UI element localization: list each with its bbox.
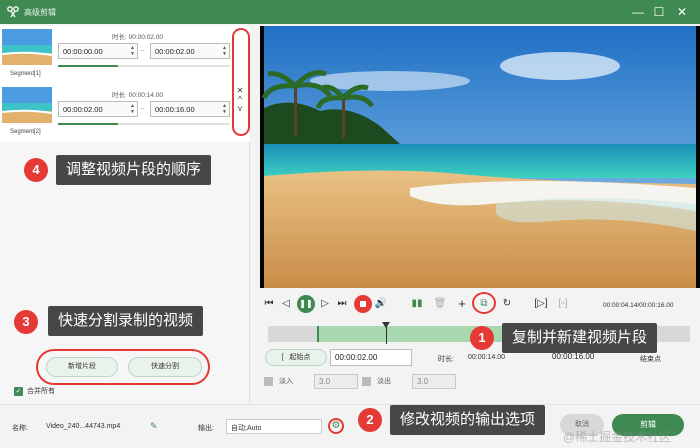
segment-progress bbox=[58, 65, 230, 67]
skip-to-start-icon[interactable]: ⏮ bbox=[262, 297, 276, 311]
add-icon[interactable]: + bbox=[455, 297, 469, 311]
segment-item[interactable]: Segment[1] 时长: 00:00:02.00 00:00:00.00 ▲ ▼… bbox=[0, 26, 250, 84]
video-preview[interactable] bbox=[260, 26, 700, 288]
split-icon[interactable]: ▮▮ bbox=[410, 297, 424, 311]
fade-out-value[interactable]: 3.0 bbox=[412, 374, 456, 389]
highlight-ring bbox=[232, 28, 250, 136]
fade-in-value[interactable]: 3.0 bbox=[314, 374, 358, 389]
output-select[interactable]: 自动;Auto bbox=[226, 419, 322, 434]
segment-duration: 时长: 00:00:02.00 bbox=[112, 34, 163, 41]
fade-in-checkbox[interactable]: 淡入 bbox=[264, 376, 293, 386]
range-separator: ~ bbox=[140, 48, 145, 55]
gear-icon[interactable]: ⚙ bbox=[328, 418, 344, 434]
segment-end-field[interactable]: 00:00:16.00 ▲ ▼ bbox=[150, 101, 230, 117]
bracket-start-icon: [ bbox=[281, 354, 284, 361]
end-time-field[interactable]: 00:00:16.00 bbox=[548, 349, 606, 366]
jump-to-start-marker-icon[interactable]: [▷] bbox=[534, 297, 548, 311]
callout-label: 修改视频的输出选项 bbox=[390, 405, 546, 435]
stop-button[interactable] bbox=[354, 295, 372, 313]
range-separator: ~ bbox=[140, 106, 145, 113]
segment-thumbnail bbox=[2, 29, 52, 65]
segment-end-field[interactable]: 00:00:02.00 ▲ ▼ bbox=[150, 43, 230, 59]
step-forward-icon[interactable]: ▷ bbox=[318, 297, 332, 311]
start-time-field[interactable]: 00:00:02.00 bbox=[330, 349, 412, 366]
pause-button[interactable]: ❚❚ bbox=[297, 295, 315, 313]
segment-start-field[interactable]: 00:00:02.00 ▲ ▼ bbox=[58, 101, 138, 117]
callout-badge: 2 bbox=[358, 408, 382, 432]
time-readout: 00:00:04.14/00:00:16.00 bbox=[603, 302, 674, 309]
name-label: 名称: bbox=[12, 425, 28, 432]
highlight-ring bbox=[472, 292, 496, 314]
segment-label: Segment[2] bbox=[10, 129, 41, 135]
step-back-icon[interactable]: ◁ bbox=[279, 297, 293, 311]
minimize-button[interactable]: — bbox=[630, 4, 646, 20]
crop-icon[interactable]: [▫] bbox=[556, 297, 570, 311]
spin-arrows-icon[interactable]: ▲ ▼ bbox=[130, 103, 135, 115]
set-start-button[interactable]: [ 起始点 bbox=[265, 349, 327, 366]
callout-badge: 1 bbox=[470, 326, 494, 350]
segment-progress bbox=[58, 123, 230, 125]
callout-label: 调整视频片段的顺序 bbox=[56, 155, 212, 185]
window-title: 高级剪辑 bbox=[24, 8, 56, 17]
segment-thumbnail bbox=[2, 87, 52, 123]
highlight-ring bbox=[36, 349, 210, 385]
spin-arrows-icon[interactable]: ▲ ▼ bbox=[130, 45, 135, 57]
title-bar: 高级剪辑 — ☐ ✕ bbox=[0, 0, 700, 24]
spin-arrows-icon[interactable]: ▲ ▼ bbox=[222, 103, 227, 115]
callout-label: 快速分割录制的视频 bbox=[48, 306, 204, 336]
skip-to-end-icon[interactable]: ⏭ bbox=[335, 297, 349, 311]
fade-out-checkbox[interactable]: 淡出 bbox=[362, 376, 391, 386]
trim-duration-value: 00:00:14.00 bbox=[468, 354, 505, 361]
edit-name-icon[interactable]: ✎ bbox=[150, 421, 158, 432]
merge-all-checkbox[interactable]: ✓ 合并所有 bbox=[14, 386, 55, 396]
trim-duration-label: 时长: bbox=[438, 356, 454, 363]
segment-start-field[interactable]: 00:00:00.00 ▲ ▼ bbox=[58, 43, 138, 59]
set-end-button[interactable]: 结束点 bbox=[640, 354, 661, 364]
reset-icon[interactable]: ↻ bbox=[500, 297, 514, 311]
output-label: 输出: bbox=[198, 425, 214, 432]
segment-duration: 时长: 00:00:14.00 bbox=[112, 92, 163, 99]
checkbox-check-icon: ✓ bbox=[14, 386, 23, 396]
delete-icon[interactable]: 🗑 bbox=[433, 297, 447, 311]
callout-badge: 3 bbox=[14, 310, 38, 334]
segment-label: Segment[1] bbox=[10, 71, 41, 77]
file-name: Video_240...44743.mp4 bbox=[46, 423, 121, 430]
maximize-button[interactable]: ☐ bbox=[651, 4, 667, 20]
app-logo-icon bbox=[7, 6, 19, 18]
segment-item[interactable]: Segment[2] 时长: 00:00:14.00 00:00:02.00 ▲ ▼… bbox=[0, 84, 250, 142]
close-button[interactable]: ✕ bbox=[674, 4, 690, 20]
spin-arrows-icon[interactable]: ▲ ▼ bbox=[222, 45, 227, 57]
watermark: @稀土掘金技术社区 bbox=[563, 430, 672, 444]
playhead[interactable] bbox=[381, 322, 390, 344]
callout-badge: 4 bbox=[24, 158, 48, 182]
volume-icon[interactable]: 🔊 bbox=[374, 297, 388, 311]
